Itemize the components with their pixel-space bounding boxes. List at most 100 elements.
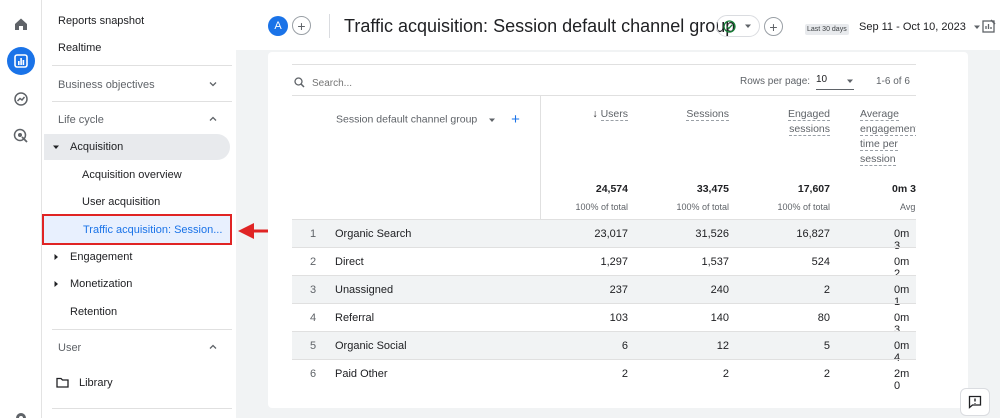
divider [52, 329, 232, 330]
chevron-up-icon [209, 116, 217, 121]
add-report-button[interactable]: + [764, 17, 783, 36]
total-users: 24,574 [595, 183, 628, 195]
rows-per-page-select[interactable]: 10 [816, 72, 854, 90]
settings-icon[interactable] [7, 404, 35, 418]
sidebar-section-user[interactable]: User [42, 334, 230, 361]
column-header-average-engagement-time[interactable]: Average engagement time per session [860, 107, 916, 167]
table-row[interactable]: 3 Unassigned 237 240 2 0m 1 [292, 275, 916, 308]
divider [52, 408, 232, 409]
table-row[interactable]: 1 Organic Search 23,017 31,526 16,827 0m… [292, 219, 916, 252]
home-icon[interactable] [7, 10, 35, 38]
row-dimension-value: Referral [335, 312, 375, 324]
sidebar-item-retention[interactable]: Retention [42, 298, 230, 325]
row-index: 2 [310, 256, 317, 268]
page-header: A + Traffic acquisition: Session default… [236, 0, 1000, 50]
rows-per-page-value: 10 [816, 74, 828, 85]
row-engaged-sessions: 5 [823, 340, 830, 352]
row-engaged-sessions: 524 [811, 256, 830, 268]
total-sessions-share: 100% of total [676, 202, 729, 212]
sidebar-section-business-objectives[interactable]: Business objectives [42, 71, 230, 98]
column-header-users[interactable]: ↓ Users [572, 107, 628, 122]
sidebar-item-acquisition[interactable]: Acquisition [42, 133, 230, 160]
column-header-engaged-sessions[interactable]: Engaged sessions [764, 107, 830, 137]
customize-report-icon[interactable] [982, 19, 996, 33]
rows-per-page-label: Rows per page: [740, 76, 811, 87]
sidebar-item-label: Engagement [70, 250, 133, 263]
column-header-sessions[interactable]: Sessions [660, 107, 729, 122]
date-preset-badge: Last 30 days [805, 24, 849, 35]
pagination-text: 1-6 of 6 [876, 76, 910, 87]
sidebar-item-monetization[interactable]: Monetization [42, 270, 230, 297]
sidebar: Reports snapshot Realtime Business objec… [42, 0, 236, 418]
section-label: Business objectives [58, 78, 155, 91]
search-icon [294, 77, 305, 88]
table-row[interactable]: 6 Paid Other 2 2 2 2m 0 [292, 359, 916, 392]
divider [52, 65, 232, 66]
add-comparison-button[interactable]: + [292, 16, 311, 35]
column-header-label: Sessions [686, 108, 729, 121]
sidebar-item-user-acquisition[interactable]: User acquisition [42, 188, 230, 215]
status-badge[interactable] [716, 15, 760, 37]
page-title: Traffic acquisition: Session default cha… [344, 16, 736, 36]
table-toolbar: Rows per page: 10 1-6 of 6 [292, 68, 916, 96]
folder-icon [56, 377, 69, 388]
row-index: 6 [310, 368, 317, 380]
dimension-header[interactable]: Session default channel group + [336, 111, 520, 128]
sidebar-section-life-cycle[interactable]: Life cycle [42, 106, 230, 133]
divider [292, 64, 916, 65]
row-users: 2 [621, 368, 628, 380]
data-table: Session default channel group + ↓ Users … [292, 95, 916, 401]
column-header-label: Users [600, 108, 628, 121]
total-average-engagement-time-label: Avg [900, 202, 916, 212]
caret-right-icon [54, 280, 58, 287]
table-row[interactable]: 5 Organic Social 6 12 5 0m 4 [292, 331, 916, 364]
divider [329, 14, 330, 38]
check-circle-icon [723, 19, 736, 33]
sidebar-item-acquisition-overview[interactable]: Acquisition overview [42, 161, 230, 188]
row-dimension-value: Organic Search [335, 228, 412, 240]
row-index: 5 [310, 340, 317, 352]
total-engaged-sessions-share: 100% of total [777, 202, 830, 212]
row-users: 237 [609, 284, 628, 296]
row-engaged-sessions: 80 [817, 312, 830, 324]
row-users: 103 [609, 312, 628, 324]
nav-rail [0, 0, 42, 418]
chevron-up-icon [209, 344, 217, 349]
row-engaged-sessions: 2 [823, 284, 830, 296]
sidebar-item-library[interactable]: Library [42, 369, 230, 396]
row-index: 4 [310, 312, 317, 324]
report-table-card: Rows per page: 10 1-6 of 6 Session defau… [268, 52, 968, 408]
caret-down-icon [53, 145, 59, 149]
row-sessions: 140 [710, 312, 729, 324]
dimension-header-label: Session default channel group [336, 113, 478, 126]
sidebar-item-realtime[interactable]: Realtime [42, 34, 230, 61]
row-users: 6 [621, 340, 628, 352]
caret-down-icon [489, 118, 496, 122]
sort-arrow-down-icon: ↓ [592, 108, 598, 120]
divider [540, 96, 541, 219]
row-sessions: 2 [722, 368, 729, 380]
row-users: 23,017 [594, 228, 628, 240]
row-users: 1,297 [600, 256, 628, 268]
table-row[interactable]: 4 Referral 103 140 80 0m 3 [292, 303, 916, 336]
add-dimension-button[interactable]: + [511, 111, 520, 128]
reports-icon[interactable] [7, 47, 35, 75]
feedback-button[interactable] [960, 388, 990, 416]
search-input[interactable] [312, 75, 472, 91]
row-dimension-value: Paid Other [335, 368, 388, 380]
sidebar-item-engagement[interactable]: Engagement [42, 243, 230, 270]
row-index: 3 [310, 284, 317, 296]
row-sessions: 1,537 [701, 256, 729, 268]
explore-icon[interactable] [7, 85, 35, 113]
table-row[interactable]: 2 Direct 1,297 1,537 524 0m 2 [292, 247, 916, 280]
sidebar-item-traffic-acquisition[interactable]: Traffic acquisition: Session... [42, 214, 232, 245]
date-range-text: Sep 11 - Oct 10, 2023 [859, 21, 966, 33]
comparison-avatar[interactable]: A [268, 16, 288, 36]
row-engaged-sessions: 16,827 [796, 228, 830, 240]
sidebar-item-reports-snapshot[interactable]: Reports snapshot [42, 7, 230, 34]
date-range-picker[interactable]: Sep 11 - Oct 10, 2023 [859, 21, 981, 33]
sidebar-item-label: Monetization [70, 277, 133, 290]
chevron-down-icon [209, 82, 217, 87]
column-header-label: Engaged sessions [787, 108, 830, 136]
advertising-icon[interactable] [7, 122, 35, 150]
